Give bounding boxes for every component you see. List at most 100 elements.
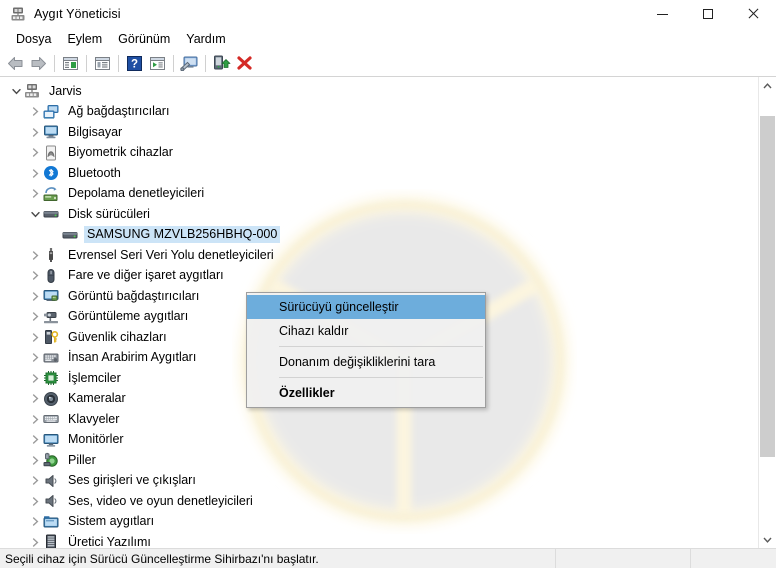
properties-icon[interactable] xyxy=(91,52,114,75)
tree-node[interactable]: Depolama denetleyicileri xyxy=(0,184,755,205)
tree-node-label: Klavyeler xyxy=(68,411,120,426)
title-bar: Aygıt Yöneticisi xyxy=(0,0,776,28)
context-menu-item[interactable]: Özellikler xyxy=(247,381,485,405)
chevron-right-icon[interactable] xyxy=(27,409,43,429)
toolbar-separator xyxy=(54,54,55,72)
biometric-icon xyxy=(43,145,59,161)
device-manager-window: Aygıt Yöneticisi Dosya Eylem Görünüm Yardım xyxy=(0,0,776,568)
security-device-icon xyxy=(43,329,59,345)
scrollbar-track[interactable] xyxy=(759,94,776,531)
window-title: Aygıt Yöneticisi xyxy=(34,7,121,21)
chevron-right-icon[interactable] xyxy=(27,430,43,450)
tree-node-label: Biyometrik cihazlar xyxy=(68,145,173,160)
forward-arrow-icon[interactable] xyxy=(27,52,50,75)
vertical-scrollbar[interactable] xyxy=(758,77,776,548)
tree-node[interactable]: Klavyeler xyxy=(0,409,755,430)
tree-node[interactable]: Ses girişleri ve çıkışları xyxy=(0,471,755,492)
tree-node-label: Bilgisayar xyxy=(68,124,123,139)
svg-text:?: ? xyxy=(131,58,138,70)
tree-node[interactable]: SAMSUNG MZVLB256HBHQ-000 xyxy=(0,225,755,246)
context-menu-item[interactable]: Cihazı kaldır xyxy=(247,319,485,343)
chevron-right-icon[interactable] xyxy=(27,266,43,286)
status-bar: Seçili cihaz için Sürücü Güncelleştirme … xyxy=(0,548,776,568)
mouse-icon xyxy=(43,268,59,284)
tree-node[interactable]: Bilgisayar xyxy=(0,122,755,143)
tree-node-label: Üretici Yazılımı xyxy=(68,534,151,548)
battery-icon xyxy=(43,452,59,468)
tree-node-label: Depolama denetleyicileri xyxy=(68,186,205,201)
imaging-device-icon xyxy=(43,309,59,325)
bluetooth-icon xyxy=(43,165,59,181)
tree-node[interactable]: Üretici Yazılımı xyxy=(0,532,755,548)
content-pane: Jarvis Ağ bağdaştırıcıları Bilgisayar Biyom… xyxy=(0,77,776,548)
scroll-down-button[interactable] xyxy=(759,531,776,548)
help-icon[interactable]: ? xyxy=(123,52,146,75)
camera-icon xyxy=(43,391,59,407)
window-controls xyxy=(640,0,776,28)
tree-node[interactable]: Disk sürücüleri xyxy=(0,204,755,225)
toolbar-separator xyxy=(86,54,87,72)
context-menu-item[interactable]: Donanım değişikliklerini tara xyxy=(247,350,485,374)
chevron-right-icon[interactable] xyxy=(27,471,43,491)
chevron-right-icon[interactable] xyxy=(27,143,43,163)
chevron-right-icon[interactable] xyxy=(27,163,43,183)
tree-node-label: Piller xyxy=(68,452,96,467)
menu-item-dosya[interactable]: Dosya xyxy=(8,30,59,48)
chevron-right-icon[interactable] xyxy=(27,389,43,409)
tree-node[interactable]: Bluetooth xyxy=(0,163,755,184)
chevron-right-icon[interactable] xyxy=(27,512,43,532)
back-arrow-icon[interactable] xyxy=(4,52,27,75)
menu-item-g-r-n-m[interactable]: Görünüm xyxy=(110,30,178,48)
tree-node[interactable]: Evrensel Seri Veri Yolu denetleyicileri xyxy=(0,245,755,266)
scan-hardware-changes-icon[interactable] xyxy=(178,52,201,75)
tree-node[interactable]: Ağ bağdaştırıcıları xyxy=(0,102,755,123)
show-hide-console-tree-icon[interactable] xyxy=(59,52,82,75)
scroll-up-button[interactable] xyxy=(759,77,776,94)
chevron-right-icon[interactable] xyxy=(27,245,43,265)
update-driver-icon[interactable] xyxy=(210,52,233,75)
chevron-right-icon[interactable] xyxy=(27,307,43,327)
chevron-right-icon[interactable] xyxy=(27,532,43,548)
chevron-right-icon[interactable] xyxy=(27,450,43,470)
context-menu-item[interactable]: Sürücüyü güncelleştir xyxy=(247,295,485,319)
close-button[interactable] xyxy=(730,0,776,28)
chevron-right-icon[interactable] xyxy=(27,122,43,142)
firmware-icon xyxy=(43,534,59,548)
tree-node[interactable]: Monitörler xyxy=(0,430,755,451)
menu-item-yard-m[interactable]: Yardım xyxy=(178,30,233,48)
tree-node-label: Kameralar xyxy=(68,391,126,406)
chevron-right-icon[interactable] xyxy=(27,184,43,204)
chevron-right-icon[interactable] xyxy=(27,491,43,511)
minimize-button[interactable] xyxy=(640,0,685,28)
chevron-down-icon[interactable] xyxy=(27,204,43,224)
tree-node[interactable]: Piller xyxy=(0,450,755,471)
status-message: Seçili cihaz için Sürücü Güncelleştirme … xyxy=(5,552,319,566)
tree-node-label: Jarvis xyxy=(49,83,82,98)
tree-node[interactable]: Fare ve diğer işaret aygıtları xyxy=(0,266,755,287)
device-manager-icon xyxy=(10,6,26,22)
chevron-down-icon[interactable] xyxy=(8,81,24,101)
chevron-right-icon[interactable] xyxy=(27,368,43,388)
computer-root-icon xyxy=(24,83,40,99)
maximize-button[interactable] xyxy=(685,0,730,28)
chevron-right-icon[interactable] xyxy=(27,327,43,347)
menu-bar: Dosya Eylem Görünüm Yardım xyxy=(0,28,776,50)
tree-node[interactable]: Sistem aygıtları xyxy=(0,512,755,533)
menu-item-eylem[interactable]: Eylem xyxy=(59,30,110,48)
uninstall-device-icon[interactable] xyxy=(233,52,256,75)
tree-node[interactable]: Biyometrik cihazlar xyxy=(0,143,755,164)
close-icon xyxy=(747,8,759,20)
display-adapter-icon xyxy=(43,288,59,304)
toolbar-separator xyxy=(118,54,119,72)
chevron-right-icon[interactable] xyxy=(27,102,43,122)
tree-node-label: Ses, video ve oyun denetleyicileri xyxy=(68,493,253,508)
title-bar-left: Aygıt Yöneticisi xyxy=(10,0,121,28)
chevron-right-icon[interactable] xyxy=(27,286,43,306)
action-menu-icon[interactable] xyxy=(146,52,169,75)
tree-node[interactable]: Ses, video ve oyun denetleyicileri xyxy=(0,491,755,512)
usb-icon xyxy=(43,247,59,263)
chevron-right-icon[interactable] xyxy=(27,348,43,368)
tree-node[interactable]: Jarvis xyxy=(0,81,755,102)
computer-icon xyxy=(43,124,59,140)
scrollbar-thumb[interactable] xyxy=(760,115,775,457)
